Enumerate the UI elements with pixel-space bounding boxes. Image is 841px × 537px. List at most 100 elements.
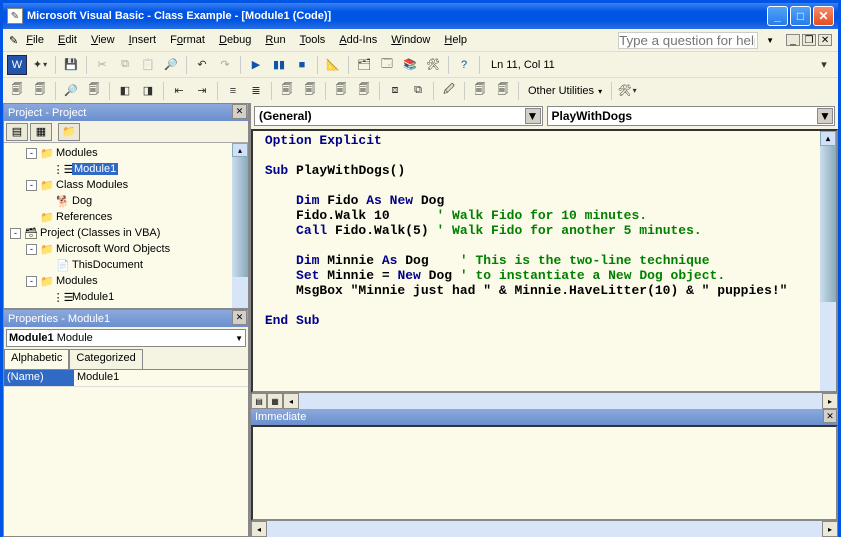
other-utilities-menu[interactable]: Other Utilities ▾ [524, 85, 606, 97]
tb2-icon-13[interactable]: 🖉 [439, 81, 459, 101]
help-icon[interactable]: ? [454, 55, 474, 75]
properties-panel-close-button[interactable]: ✕ [232, 310, 247, 325]
tb2-icon-12[interactable]: ⧉ [408, 81, 428, 101]
tree-item-modules[interactable]: -📁Modules [6, 145, 230, 161]
indent-icon[interactable]: ⇤ [169, 81, 189, 101]
tree-toggle-icon[interactable]: - [26, 148, 37, 159]
scroll-right-icon[interactable]: ▸ [822, 521, 838, 537]
menu-run[interactable]: Run [259, 32, 291, 48]
project-scrollbar[interactable]: ▴ [232, 143, 248, 308]
run-icon[interactable]: ▶ [246, 55, 266, 75]
tree-toggle-icon[interactable]: - [26, 244, 37, 255]
procedure-combo[interactable]: PlayWithDogs ▼ [547, 106, 836, 126]
mdi-minimize[interactable]: _ [786, 34, 800, 46]
menu-view[interactable]: View [85, 32, 121, 48]
copy-icon[interactable]: ⧉ [115, 55, 135, 75]
tb2-icon-14[interactable]: 🗐 [470, 81, 490, 101]
tree-toggle-icon[interactable]: - [10, 228, 21, 239]
menu-debug[interactable]: Debug [213, 32, 257, 48]
code-editor[interactable]: Option Explicit Sub PlayWithDogs() Dim F… [251, 129, 838, 393]
object-browser-icon[interactable]: 📚 [400, 55, 420, 75]
save-icon[interactable]: 💾 [61, 55, 81, 75]
insert-dropdown-icon[interactable]: ✦▾ [30, 55, 50, 75]
scroll-left-icon[interactable]: ◂ [251, 521, 267, 537]
tb2-icon-5[interactable]: ◧ [115, 81, 135, 101]
full-view-button[interactable]: ▦ [267, 393, 283, 409]
properties-grid[interactable]: (Name) Module1 [4, 369, 248, 536]
menu-insert[interactable]: Insert [123, 32, 163, 48]
outdent-icon[interactable]: ⇥ [192, 81, 212, 101]
tree-item-module1[interactable]: ⋮☰Module1 [6, 289, 230, 305]
redo-icon[interactable]: ↷ [215, 55, 235, 75]
toolbar-overflow-icon[interactable]: ▾ [814, 55, 834, 75]
project-panel-close-button[interactable]: ✕ [232, 104, 247, 119]
properties-window-icon[interactable]: 🗔 [377, 55, 397, 75]
undo-icon[interactable]: ↶ [192, 55, 212, 75]
tree-item-references[interactable]: 📁References [6, 209, 230, 225]
property-row[interactable]: (Name) Module1 [4, 370, 248, 387]
proc-view-button[interactable]: ▤ [251, 393, 267, 409]
tb2-icon-3[interactable]: 🔎 [61, 81, 81, 101]
project-explorer-icon[interactable]: 🗂 [354, 55, 374, 75]
toolbox-icon[interactable]: 🛠 [423, 55, 443, 75]
list-icon[interactable]: ≡ [223, 81, 243, 101]
reset-icon[interactable]: ■ [292, 55, 312, 75]
tree-toggle-icon[interactable]: - [26, 180, 37, 191]
tree-toggle-icon[interactable]: - [26, 276, 37, 287]
tree-item-module1[interactable]: ⋮☰Module1 [6, 161, 230, 177]
tb2-icon-4[interactable]: 🗐 [84, 81, 104, 101]
tree-item-dog[interactable]: 🐕Dog [6, 193, 230, 209]
properties-object-combo[interactable]: Module1 Module ▼ [6, 329, 246, 347]
chevron-down-icon[interactable]: ▼ [817, 108, 833, 124]
tb2-icon-10[interactable]: 🗐 [354, 81, 374, 101]
menu-window[interactable]: Window [385, 32, 436, 48]
scroll-right-icon[interactable]: ▸ [822, 393, 838, 409]
break-icon[interactable]: ▮▮ [269, 55, 289, 75]
view-object-button[interactable]: ▦ [30, 123, 52, 141]
menu-edit[interactable]: Edit [52, 32, 83, 48]
list2-icon[interactable]: ≣ [246, 81, 266, 101]
maximize-button[interactable]: □ [790, 6, 811, 26]
tab-categorized[interactable]: Categorized [69, 349, 142, 369]
immediate-close-button[interactable]: ✕ [823, 409, 837, 423]
menu-help[interactable]: Help [438, 32, 473, 48]
object-combo[interactable]: (General) ▼ [254, 106, 543, 126]
project-tree[interactable]: -📁Modules⋮☰Module1-📁Class Modules🐕Dog📁Re… [4, 143, 232, 308]
tools-dropdown-icon[interactable]: 🛠▾ [617, 81, 637, 101]
code-vertical-scrollbar[interactable]: ▴ [820, 131, 836, 391]
menu-file[interactable]: File [20, 32, 50, 48]
help-search-input[interactable] [618, 32, 758, 49]
design-mode-icon[interactable]: 📐 [323, 55, 343, 75]
code-horizontal-scrollbar[interactable]: ▤ ▦ ◂ ▸ [251, 393, 838, 409]
tab-alphabetic[interactable]: Alphabetic [4, 349, 69, 369]
tree-item-modules[interactable]: -📁Modules [6, 273, 230, 289]
mdi-close[interactable]: ✕ [818, 34, 832, 46]
cut-icon[interactable]: ✂ [92, 55, 112, 75]
tree-item-thisdocument[interactable]: 📄ThisDocument [6, 257, 230, 273]
find-icon[interactable]: 🔎 [161, 55, 181, 75]
help-dropdown-icon[interactable]: ▼ [760, 34, 780, 47]
tb2-icon-6[interactable]: ◨ [138, 81, 158, 101]
view-code-button[interactable]: ▤ [6, 123, 28, 141]
menu-tools[interactable]: Tools [294, 32, 332, 48]
tree-item-microsoft-word-objects[interactable]: -📁Microsoft Word Objects [6, 241, 230, 257]
tree-item-project-classes-in-vba-[interactable]: -🗃Project (Classes in VBA) [6, 225, 230, 241]
close-button[interactable]: ✕ [813, 6, 834, 26]
property-value[interactable]: Module1 [74, 370, 248, 386]
tb2-icon-8[interactable]: 🗐 [300, 81, 320, 101]
mdi-restore[interactable]: ❐ [802, 34, 816, 46]
scroll-left-icon[interactable]: ◂ [283, 393, 299, 409]
immediate-horizontal-scrollbar[interactable]: ◂ ▸ [251, 521, 838, 537]
menu-format[interactable]: Format [164, 32, 211, 48]
tb2-icon-15[interactable]: 🗐 [493, 81, 513, 101]
tb2-icon-2[interactable]: 🗐 [30, 81, 50, 101]
tb2-icon-7[interactable]: 🗐 [277, 81, 297, 101]
tree-item-class-modules[interactable]: -📁Class Modules [6, 177, 230, 193]
tb2-icon-1[interactable]: 🗐 [7, 81, 27, 101]
tb2-icon-9[interactable]: 🗐 [331, 81, 351, 101]
menu-addins[interactable]: Add-Ins [333, 32, 383, 48]
tb2-icon-11[interactable]: ⧈ [385, 81, 405, 101]
word-icon[interactable]: W [7, 55, 27, 75]
toggle-folders-button[interactable]: 📁 [58, 123, 80, 141]
chevron-down-icon[interactable]: ▼ [525, 108, 541, 124]
